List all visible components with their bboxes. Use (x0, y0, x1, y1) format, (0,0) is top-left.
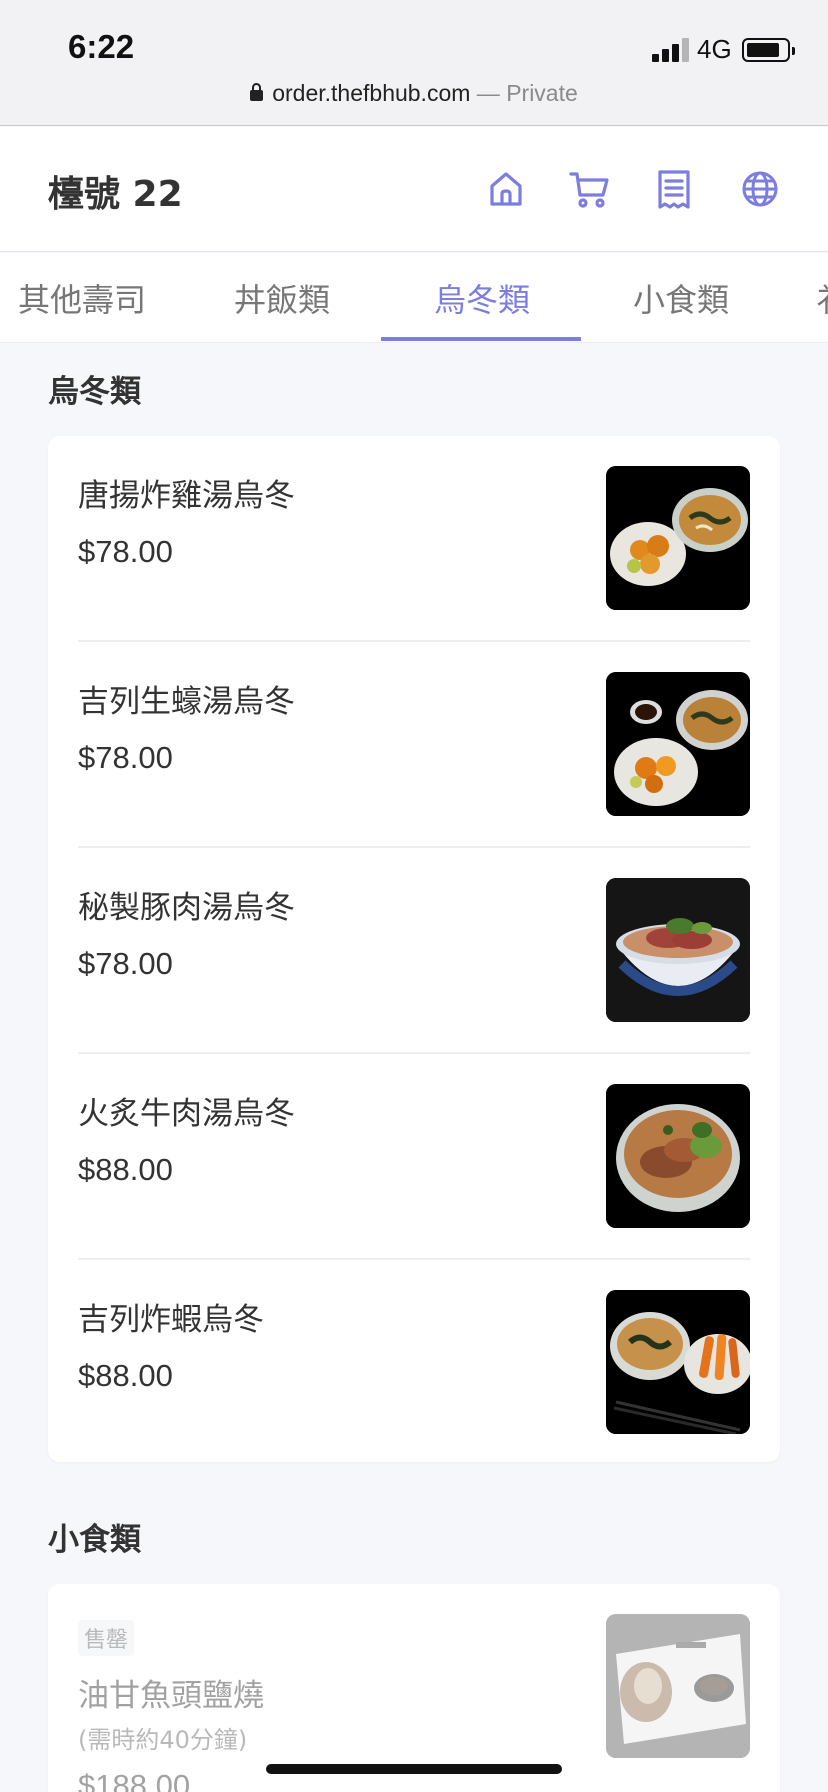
signal-icon (652, 38, 690, 62)
item-name: 吉列炸蝦烏冬 (78, 1302, 264, 1338)
url-text: order.thefbhub.com (272, 80, 471, 106)
private-label: Private (506, 80, 578, 106)
cart-icon[interactable] (568, 167, 612, 211)
tab-other-sushi[interactable]: 其他壽司 (18, 275, 146, 321)
menu-item[interactable]: 秘製豚肉湯烏冬 $78.00 (78, 848, 750, 1054)
category-tabs: 其他壽司 丼飯類 烏冬類 小食類 礻 (0, 253, 828, 343)
section-title-udon: 烏冬類 (48, 374, 141, 410)
item-name: 火炙牛肉湯烏冬 (78, 1096, 295, 1132)
item-price: $78.00 (78, 740, 173, 775)
tab-snacks[interactable]: 小食類 (633, 275, 729, 321)
network-type: 4G (697, 34, 732, 64)
app-header: 檯號 22 (0, 127, 828, 252)
menu-card-udon: 唐揚炸雞湯烏冬 $78.00 吉列生蠔湯烏冬 $78.00 秘製豚肉湯烏冬 $7… (48, 436, 780, 1462)
menu-card-snacks: 售罄 油甘魚頭鹽燒 (需時約40分鐘) $188.00 (48, 1584, 780, 1792)
menu-item[interactable]: 吉列炸蝦烏冬 $88.00 (78, 1260, 750, 1466)
tab-udon[interactable]: 烏冬類 (434, 275, 530, 321)
menu-item[interactable]: 吉列生蠔湯烏冬 $78.00 (78, 642, 750, 848)
item-name: 唐揚炸雞湯烏冬 (78, 478, 295, 514)
item-name: 秘製豚肉湯烏冬 (78, 890, 295, 926)
globe-icon[interactable] (738, 167, 782, 211)
item-photo (606, 878, 750, 1022)
item-price: $78.00 (78, 946, 173, 981)
lock-icon (250, 83, 264, 101)
menu-item[interactable]: 火炙牛肉湯烏冬 $88.00 (78, 1054, 750, 1260)
battery-icon (742, 38, 795, 62)
item-price: $78.00 (78, 534, 173, 569)
url-separator: — (470, 80, 507, 106)
active-tab-indicator (381, 337, 581, 341)
tab-next[interactable]: 礻 (816, 275, 828, 321)
item-price: $88.00 (78, 1152, 173, 1187)
sold-out-badge: 售罄 (78, 1620, 135, 1656)
home-indicator[interactable] (266, 1764, 562, 1774)
url-bar[interactable]: order.thefbhub.com — Private (0, 80, 828, 107)
item-photo (606, 672, 750, 816)
home-icon[interactable] (484, 167, 528, 211)
status-bar: 6:22 4G order.thefbhub.com — Private (0, 0, 828, 126)
item-price: $188.00 (78, 1768, 191, 1792)
item-photo (606, 1290, 750, 1434)
item-photo (606, 466, 750, 610)
item-photo (606, 1084, 750, 1228)
tab-rice-bowls[interactable]: 丼飯類 (234, 275, 330, 321)
item-photo (606, 1614, 750, 1758)
menu-item-sold-out[interactable]: 售罄 油甘魚頭鹽燒 (需時約40分鐘) $188.00 (78, 1584, 750, 1792)
menu-item[interactable]: 唐揚炸雞湯烏冬 $78.00 (78, 436, 750, 642)
item-price: $88.00 (78, 1358, 173, 1393)
receipt-icon[interactable] (652, 167, 696, 211)
page-title: 檯號 22 (48, 174, 183, 215)
item-name: 油甘魚頭鹽燒 (78, 1678, 264, 1714)
status-time: 6:22 (68, 28, 135, 65)
section-title-snacks: 小食類 (48, 1522, 141, 1558)
item-note: (需時約40分鐘) (78, 1726, 248, 1754)
item-name: 吉列生蠔湯烏冬 (78, 684, 295, 720)
